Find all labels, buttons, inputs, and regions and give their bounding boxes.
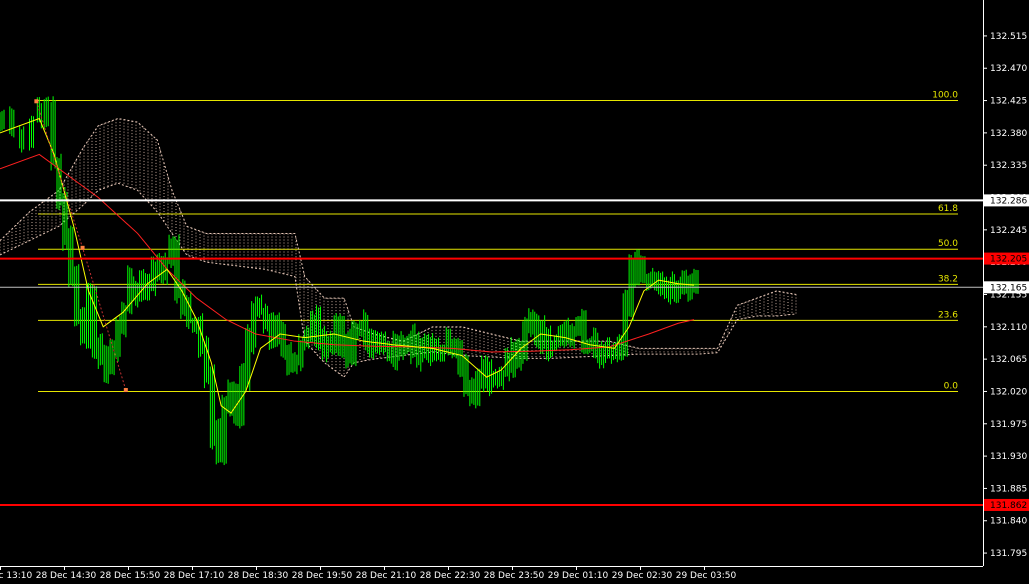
y-tick-label: 132.515 [990,32,1027,42]
price-tag-label: 132.165 [990,283,1027,293]
y-tick-label: 132.425 [990,97,1027,107]
y-tick-label: 131.930 [990,452,1027,462]
chart: 100.0 61.8 50.0 38.2 23.6 0.0 132.515 132.470 1… [0,0,1029,584]
fib-label: 0.0 [944,381,959,391]
price-tag-label: 131.862 [990,501,1027,511]
zigzag-point [123,388,128,393]
y-tick-label: 132.110 [990,323,1027,333]
x-tick-label: 29 Dec 01:10 [548,571,609,581]
cloud-top-edge [0,117,797,349]
x-tick-label: 28 Dec 17:10 [164,571,225,581]
x-tick-label: 28 Dec 21:10 [356,571,417,581]
price-tag-label: 132.205 [990,255,1027,265]
y-tick-label: 131.840 [990,517,1027,527]
x-tick-label: 29 Dec 03:50 [676,571,737,581]
y-tick-label: 132.245 [990,226,1027,236]
ichimoku-cloud [0,117,797,378]
y-tick-label: 132.380 [990,129,1027,139]
x-tick-label: 28 Dec 15:50 [100,571,161,581]
cloud-bottom-edge [0,182,797,378]
y-tick-label: 132.065 [990,355,1027,365]
axes: 132.515 132.470 132.425 132.380 132.335 132.2… [0,0,1029,581]
price-chart-svg: 100.061.850.038.223.60.0 132.515132.4701… [0,0,1029,581]
zigzag-point [34,99,39,104]
y-tick-label: 131.975 [990,420,1027,430]
price-tag-label: 132.286 [990,196,1027,206]
y-tick-label: 132.335 [990,161,1027,171]
price-bars [0,96,699,466]
fib-label: 100.0 [932,91,958,101]
fib-label: 61.8 [938,204,958,214]
x-tick-label: 28 Dec 19:50 [292,571,353,581]
fib-label: 50.0 [938,239,958,249]
x-tick-label: 28 Dec 13:10 [0,571,33,581]
y-tick-label: 132.020 [990,387,1027,397]
fib-label: 23.6 [938,310,958,320]
y-tick-label: 131.885 [990,484,1027,494]
zigzag-point [80,245,85,250]
x-tick-label: 28 Dec 23:50 [484,571,545,581]
y-tick-label: 131.795 [990,549,1027,559]
zigzag-line [35,101,127,391]
y-tick-label: 132.470 [990,64,1027,74]
fib-label: 38.2 [938,274,958,284]
x-tick-label: 28 Dec 14:30 [36,571,97,581]
fibonacci-levels: 100.0 61.8 50.0 38.2 23.6 0.0 [38,91,958,392]
x-tick-label: 29 Dec 02:30 [612,571,673,581]
x-tick-label: 28 Dec 18:30 [228,571,289,581]
x-tick-label: 28 Dec 22:30 [420,571,481,581]
